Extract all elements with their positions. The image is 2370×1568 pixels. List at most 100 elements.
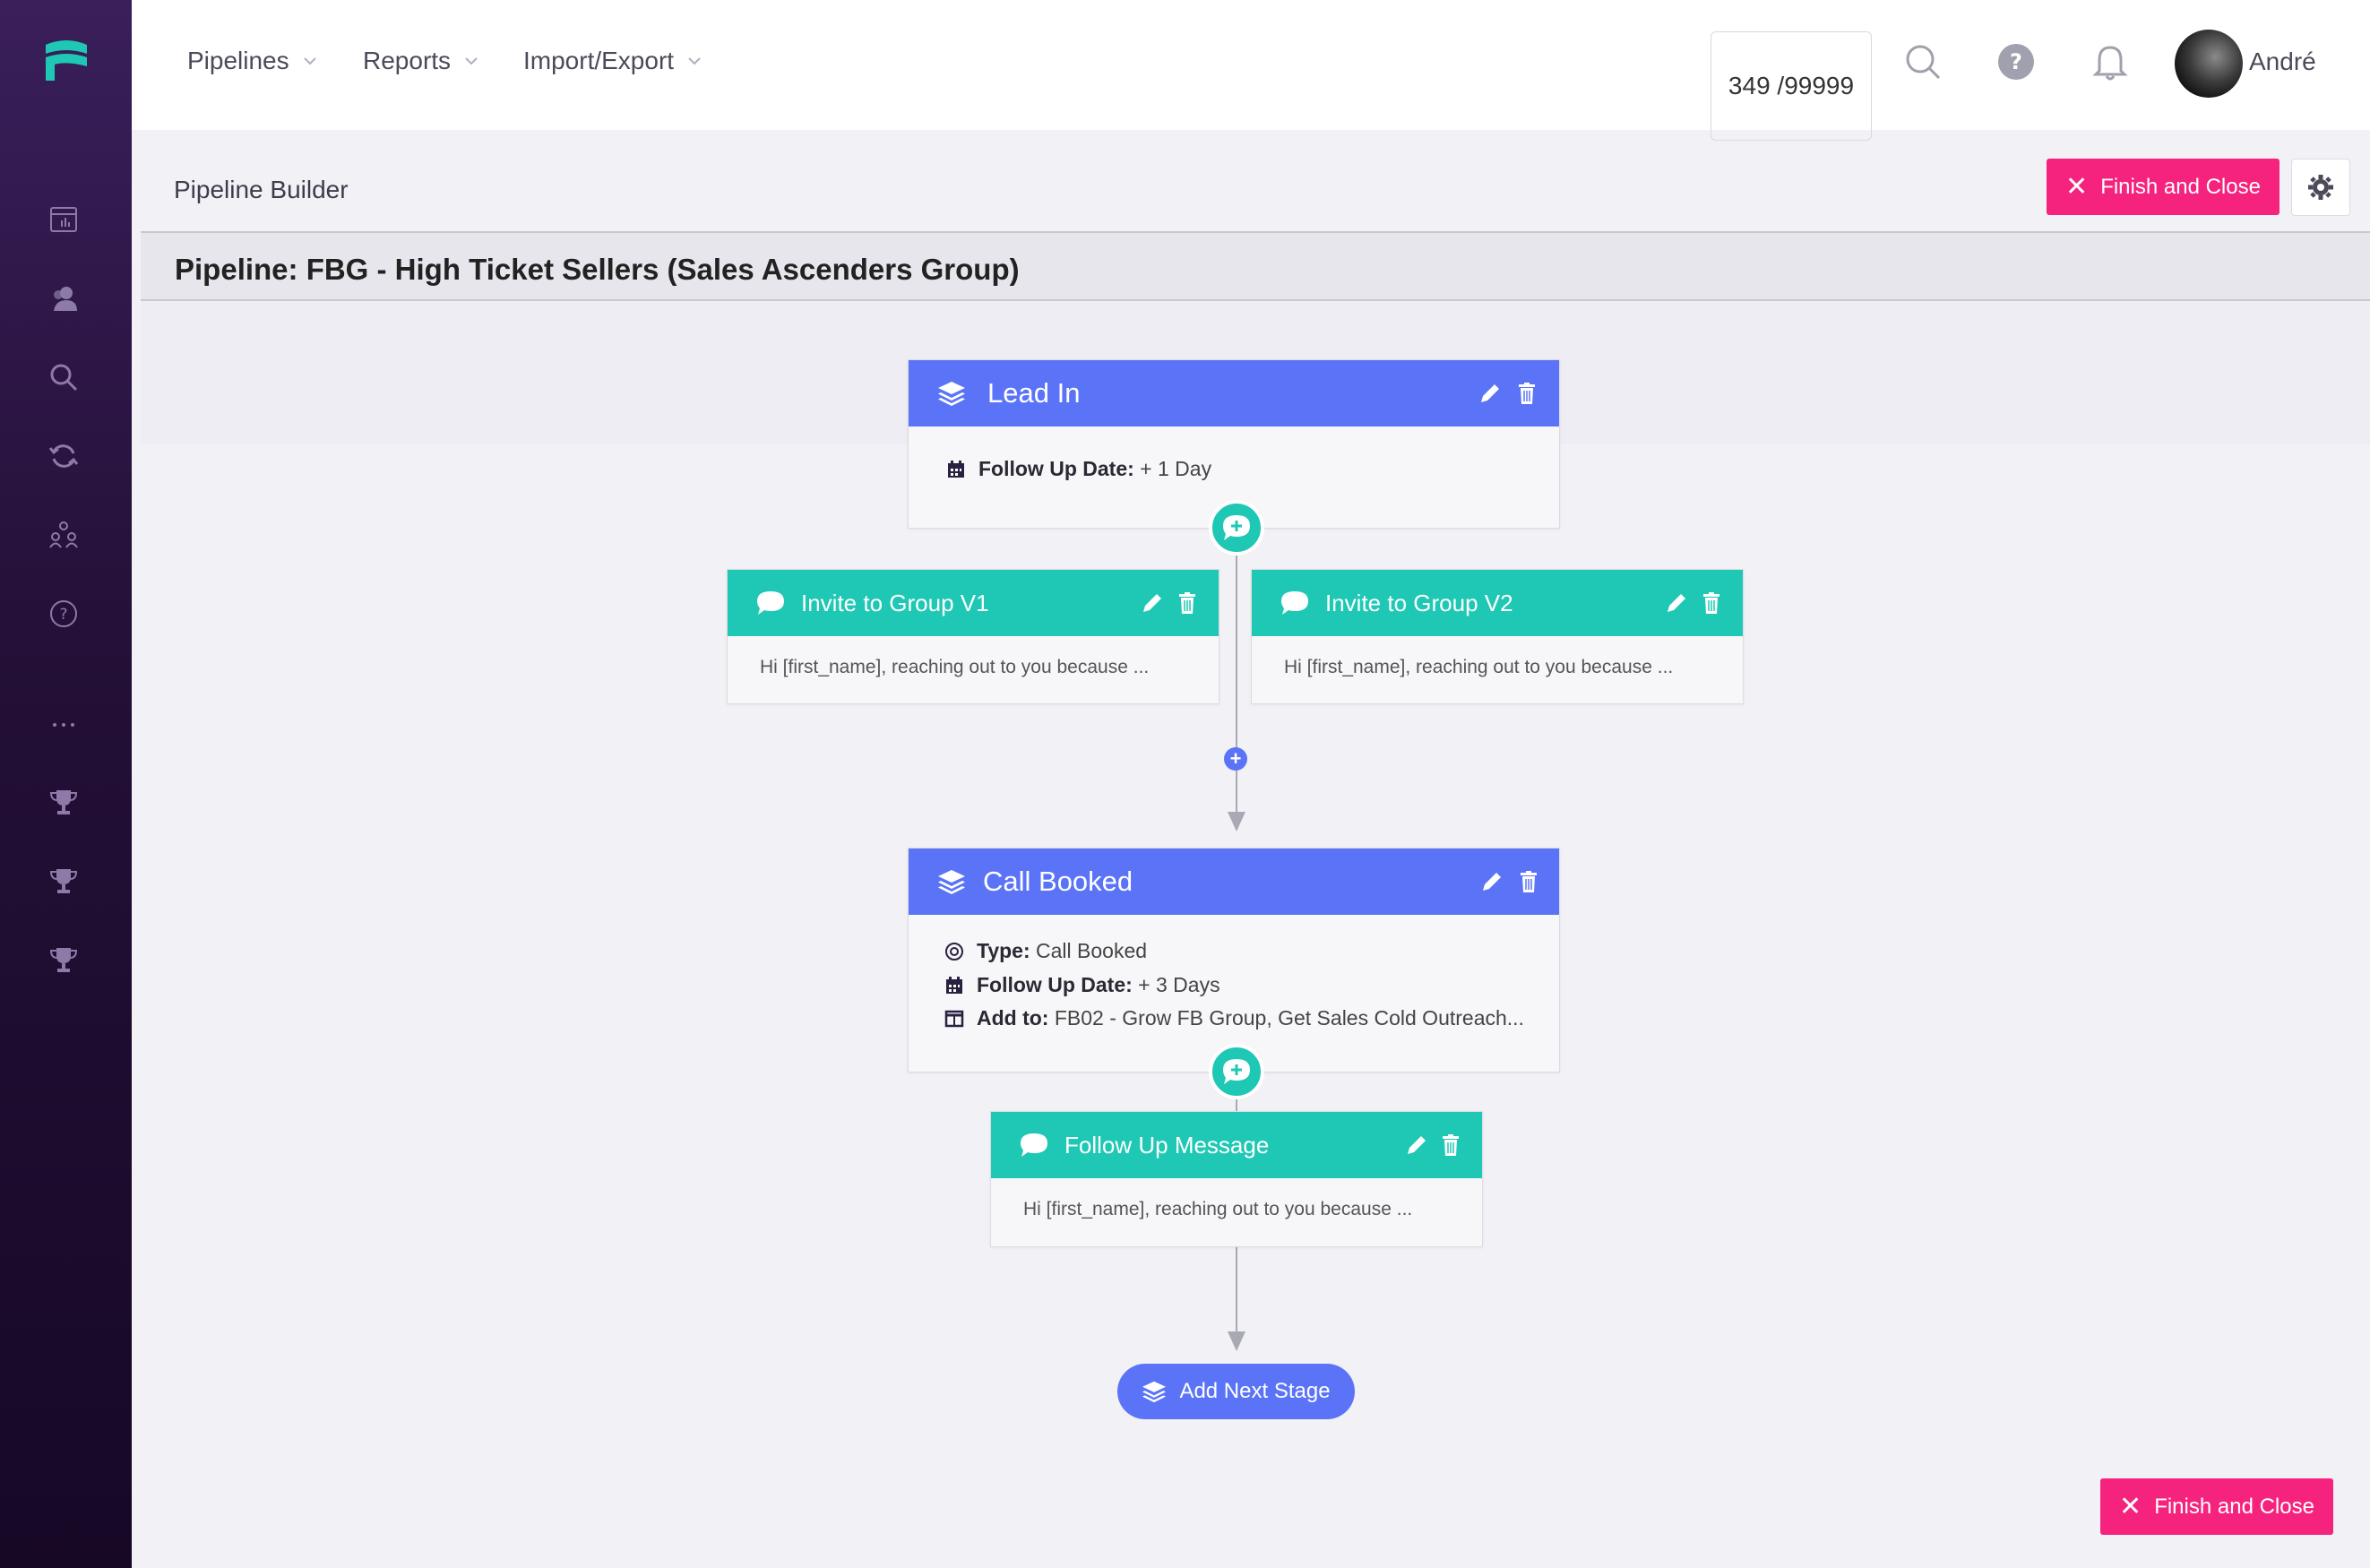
chat-plus-icon xyxy=(1223,1059,1250,1084)
connector-arrow xyxy=(1228,812,1245,831)
type-row: Type: Call Booked xyxy=(944,939,1147,963)
message-header: Invite to Group V2 xyxy=(1252,570,1743,636)
pencil-icon[interactable] xyxy=(1141,591,1164,615)
add-message-button[interactable] xyxy=(1209,500,1264,556)
message-preview: Hi [first_name], reaching out to you bec… xyxy=(1284,657,1674,677)
search-icon[interactable] xyxy=(47,360,81,394)
finish-close-label: Finish and Close xyxy=(2154,1494,2314,1519)
chat-plus-icon xyxy=(1223,515,1250,540)
dashboard-icon[interactable] xyxy=(47,202,81,237)
follow-up-row: Follow Up Date: + 3 Days xyxy=(944,973,1220,997)
trophy-icon[interactable] xyxy=(47,943,81,977)
add-message-button[interactable] xyxy=(1209,1044,1264,1099)
columns-icon xyxy=(944,1010,964,1027)
team-icon[interactable] xyxy=(47,518,81,552)
gear-icon xyxy=(2308,175,2333,200)
svg-text:?: ? xyxy=(2010,49,2022,74)
row-value: Call Booked xyxy=(1036,939,1148,962)
pencil-icon[interactable] xyxy=(1480,870,1504,893)
contacts-icon[interactable] xyxy=(47,281,81,315)
nav-label: Pipelines xyxy=(187,47,289,74)
add-to-row: Add to: FB02 - Grow FB Group, Get Sales … xyxy=(944,1006,1524,1030)
user-name[interactable]: André xyxy=(2249,47,2316,76)
search-icon[interactable] xyxy=(1900,39,1945,84)
pipeline-title-bar: Pipeline: FBG - High Ticket Sellers (Sal… xyxy=(141,231,2370,301)
chat-icon xyxy=(757,591,784,615)
message-preview: Hi [first_name], reaching out to you bec… xyxy=(1023,1199,1413,1219)
row-key: Add to: xyxy=(977,1006,1049,1030)
message-header: Follow Up Message xyxy=(991,1112,1482,1178)
chat-icon xyxy=(1021,1133,1047,1157)
stage-title: Call Booked xyxy=(983,866,1133,897)
message-title: Invite to Group V2 xyxy=(1325,589,1513,616)
sidebar: ? xyxy=(0,0,132,1568)
stage-title: Lead In xyxy=(987,377,1081,409)
chevron-down-icon xyxy=(303,57,316,65)
pencil-icon[interactable] xyxy=(1478,382,1502,405)
close-icon: ✕ xyxy=(2119,1491,2142,1521)
message-title: Follow Up Message xyxy=(1064,1131,1270,1159)
nav-label: Reports xyxy=(363,47,452,74)
trash-icon[interactable] xyxy=(1439,1133,1462,1157)
help-icon[interactable]: ? xyxy=(47,597,81,631)
add-branch-button[interactable]: + xyxy=(1224,747,1247,771)
row-key: Type: xyxy=(977,939,1030,962)
message-card-follow-up[interactable]: Follow Up Message Hi [first_name], reach… xyxy=(990,1111,1483,1247)
usage-counter: 349 /99999 xyxy=(1711,31,1872,141)
message-title: Invite to Group V1 xyxy=(801,589,989,616)
target-icon xyxy=(945,942,963,961)
calendar-icon xyxy=(948,460,964,478)
stage-header: Lead In xyxy=(909,360,1559,426)
pencil-icon[interactable] xyxy=(1665,591,1688,615)
chevron-down-icon xyxy=(688,57,701,65)
row-key: Follow Up Date: xyxy=(977,973,1133,996)
sync-icon[interactable] xyxy=(47,439,81,473)
finish-close-button[interactable]: ✕ Finish and Close xyxy=(2047,159,2280,215)
svg-text:?: ? xyxy=(59,606,67,624)
connector-line xyxy=(1236,529,1237,824)
trophy-icon[interactable] xyxy=(47,864,81,898)
message-preview: Hi [first_name], reaching out to you bec… xyxy=(760,657,1150,677)
counter-value: 349 /99999 xyxy=(1728,72,1855,99)
connector-arrow xyxy=(1228,1331,1245,1351)
nav-label: Import/Export xyxy=(523,47,675,74)
stage-card-call-booked[interactable]: Call Booked Type: Call Booked Follow Up … xyxy=(908,848,1560,1073)
chevron-down-icon xyxy=(465,57,478,65)
pencil-icon[interactable] xyxy=(1405,1133,1428,1157)
app-logo[interactable] xyxy=(44,39,89,82)
message-card-invite-v2[interactable]: Invite to Group V2 Hi [first_name], reac… xyxy=(1251,569,1744,704)
bell-icon[interactable] xyxy=(2088,39,2133,84)
pipeline-title: Pipeline: FBG - High Ticket Sellers (Sal… xyxy=(175,253,1020,286)
trophy-icon[interactable] xyxy=(47,785,81,819)
message-card-invite-v1[interactable]: Invite to Group V1 Hi [first_name], reac… xyxy=(727,569,1219,704)
chat-icon xyxy=(1281,591,1308,615)
nav-pipelines[interactable]: Pipelines xyxy=(187,47,318,75)
breadcrumb: Pipeline Builder xyxy=(174,176,349,203)
add-next-stage-label: Add Next Stage xyxy=(1179,1379,1331,1403)
row-value: FB02 - Grow FB Group, Get Sales Cold Out… xyxy=(1054,1006,1524,1030)
trash-icon[interactable] xyxy=(1515,382,1538,405)
finish-close-button-bottom[interactable]: ✕ Finish and Close xyxy=(2100,1478,2333,1535)
trash-icon[interactable] xyxy=(1176,591,1199,615)
close-icon: ✕ xyxy=(2065,171,2089,202)
row-value: + 1 Day xyxy=(1140,457,1212,480)
add-next-stage-button[interactable]: Add Next Stage xyxy=(1117,1364,1355,1419)
trash-icon[interactable] xyxy=(1700,591,1723,615)
row-key: Follow Up Date: xyxy=(978,457,1134,480)
layers-icon xyxy=(1142,1381,1167,1403)
layers-icon xyxy=(938,382,965,406)
message-header: Invite to Group V1 xyxy=(728,570,1219,636)
layers-icon xyxy=(938,870,965,894)
nav-reports[interactable]: Reports xyxy=(363,47,479,75)
follow-up-row: Follow Up Date: + 1 Day xyxy=(946,457,1211,481)
help-icon[interactable]: ? xyxy=(1994,39,2038,84)
more-icon[interactable] xyxy=(47,708,81,742)
calendar-icon xyxy=(946,976,962,994)
settings-button[interactable] xyxy=(2291,159,2350,216)
row-value: + 3 Days xyxy=(1138,973,1220,996)
nav-import-export[interactable]: Import/Export xyxy=(523,47,702,75)
finish-close-label: Finish and Close xyxy=(2100,174,2261,199)
avatar[interactable] xyxy=(2175,30,2243,98)
stage-header: Call Booked xyxy=(909,849,1559,915)
trash-icon[interactable] xyxy=(1517,870,1540,893)
